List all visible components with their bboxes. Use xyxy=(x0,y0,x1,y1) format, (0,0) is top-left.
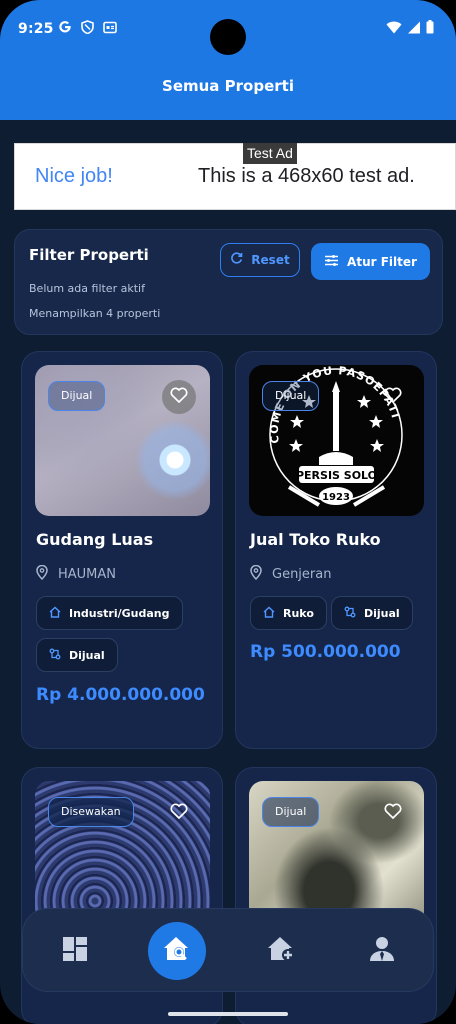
property-card[interactable]: Dijual Gudang Luas HAUMAN Industri/Gudan… xyxy=(21,351,223,749)
heart-icon xyxy=(384,803,402,823)
phone-screen: 9:25 Semua Properti Nice job! This is a … xyxy=(0,0,456,1024)
heart-icon xyxy=(384,387,402,407)
favorite-button[interactable] xyxy=(376,796,410,830)
property-name: Jual Toko Ruko xyxy=(250,530,381,549)
listing-badge: Dijual xyxy=(48,381,106,411)
reset-label: Reset xyxy=(251,253,290,267)
location-text: HAUMAN xyxy=(58,567,117,582)
filter-count: Menampilkan 4 properti xyxy=(29,307,161,320)
location-pin-icon xyxy=(36,564,48,584)
transaction-icon xyxy=(344,606,356,621)
home-icon xyxy=(49,606,61,621)
transaction-icon xyxy=(49,648,61,663)
home-add-icon xyxy=(266,935,296,967)
listing-type-chip: Dijual xyxy=(331,596,413,630)
listing-type-chip: Dijual xyxy=(36,638,118,672)
reset-button[interactable]: Reset xyxy=(220,243,300,277)
front-camera xyxy=(210,19,246,55)
ad-badge: Test Ad xyxy=(243,143,297,164)
listing-badge: Disewakan xyxy=(48,797,134,827)
home-icon xyxy=(263,606,275,621)
property-price: Rp 500.000.000 xyxy=(250,642,401,662)
filter-title: Filter Properti xyxy=(29,246,149,264)
app-bar: Semua Properti xyxy=(0,60,456,120)
google-g-icon xyxy=(58,20,72,38)
listing-badge: Dijual xyxy=(262,381,320,411)
status-time: 9:25 xyxy=(18,21,54,37)
shield-icon xyxy=(81,20,94,38)
property-name: Gudang Luas xyxy=(36,530,154,549)
ad-banner[interactable]: Nice job! This is a 468x60 test ad. xyxy=(14,143,456,210)
set-filter-button[interactable]: Atur Filter xyxy=(311,243,430,280)
category-chip: Industri/Gudang xyxy=(36,596,183,630)
listing-type-label: Dijual xyxy=(69,648,105,662)
heart-icon xyxy=(170,803,188,823)
category-chip: Ruko xyxy=(250,596,327,630)
home-indicator[interactable] xyxy=(168,1012,288,1016)
nav-add-property[interactable] xyxy=(255,925,307,977)
wifi-icon xyxy=(386,21,402,38)
ad-headline: Nice job! xyxy=(35,165,113,187)
agent-profile-icon xyxy=(369,936,395,966)
favorite-button[interactable] xyxy=(162,796,196,830)
sliders-icon xyxy=(324,254,339,270)
nav-search-properties[interactable] xyxy=(148,922,206,980)
status-icons-right xyxy=(386,20,434,38)
set-filter-label: Atur Filter xyxy=(347,254,417,269)
property-location: HAUMAN xyxy=(36,564,117,584)
refresh-icon xyxy=(230,252,243,268)
location-text: Genjeran xyxy=(272,567,332,582)
page-title: Semua Properti xyxy=(162,77,294,95)
dashboard-icon xyxy=(62,936,88,966)
filter-panel: Filter Properti Belum ada filter aktif M… xyxy=(14,229,443,335)
crest-middle-text: PERSIS SOLO xyxy=(296,469,377,482)
category-label: Ruko xyxy=(283,606,314,620)
battery-icon xyxy=(426,20,434,38)
favorite-button[interactable] xyxy=(376,380,410,414)
category-label: Industri/Gudang xyxy=(69,606,170,620)
ad-description: This is a 468x60 test ad. xyxy=(198,165,415,187)
property-card[interactable]: COME ON YOU PASOEPATI PERSIS SOLO 1923 D… xyxy=(235,351,437,749)
listing-badge: Dijual xyxy=(262,797,320,827)
heart-icon xyxy=(170,387,188,407)
property-location: Genjeran xyxy=(250,564,332,584)
calendar-card-icon xyxy=(103,21,117,38)
signal-icon xyxy=(408,21,420,38)
nav-profile[interactable] xyxy=(356,925,408,977)
status-icons-left xyxy=(58,20,117,38)
home-search-icon xyxy=(162,935,192,967)
nav-dashboard[interactable] xyxy=(49,925,101,977)
property-image: COME ON YOU PASOEPATI PERSIS SOLO 1923 D… xyxy=(249,365,424,516)
status-bar: 9:25 xyxy=(0,0,456,60)
bottom-navigation xyxy=(22,908,434,992)
listing-type-label: Dijual xyxy=(364,606,400,620)
property-price: Rp 4.000.000.000 xyxy=(36,685,205,705)
crest-year-text: 1923 xyxy=(322,492,350,503)
filter-status: Belum ada filter aktif xyxy=(29,282,145,295)
location-pin-icon xyxy=(250,564,262,584)
property-image: Dijual xyxy=(35,365,210,516)
favorite-button[interactable] xyxy=(162,380,196,414)
